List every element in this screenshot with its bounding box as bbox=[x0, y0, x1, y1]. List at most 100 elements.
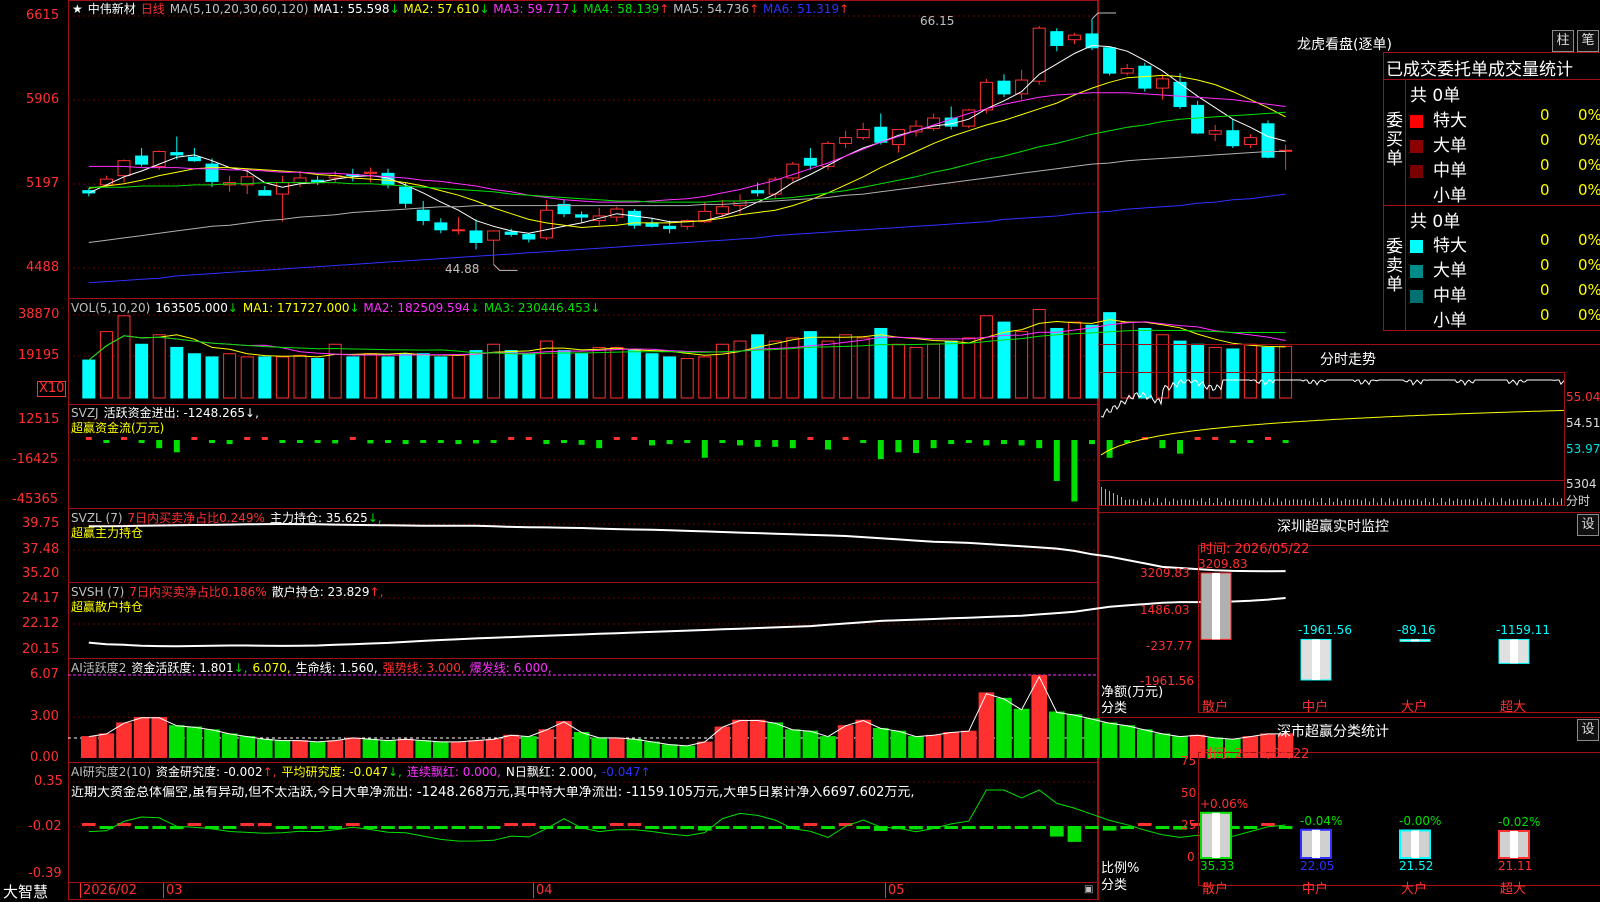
ai-active-bar bbox=[397, 738, 414, 758]
lhb-title: 龙虎看盘(逐单) bbox=[1297, 37, 1392, 53]
x-tick: 03 bbox=[163, 883, 183, 898]
intraday-vol-bar bbox=[1309, 500, 1310, 505]
intraday-vol-bar bbox=[1229, 500, 1230, 505]
volume-bar bbox=[152, 334, 166, 399]
candle-body bbox=[451, 229, 465, 232]
volume-bar bbox=[469, 350, 483, 399]
lhb-row-percent: 0% bbox=[1578, 306, 1600, 324]
volume-bar bbox=[680, 357, 694, 399]
intraday-vol: 5304 bbox=[1566, 477, 1597, 491]
ma10-line bbox=[88, 74, 1286, 229]
intraday-vol-bar bbox=[1145, 501, 1146, 505]
candle-body bbox=[293, 177, 307, 184]
legend-swatch bbox=[1410, 265, 1423, 278]
volume-bar bbox=[1050, 327, 1064, 399]
ai-active-bar bbox=[1137, 729, 1153, 758]
ai-active-bar bbox=[327, 740, 343, 758]
lhb-row-value: 0 bbox=[1540, 156, 1550, 174]
research-bar bbox=[275, 826, 290, 829]
ma5-line bbox=[88, 44, 1286, 234]
monitor-bar-label: -1159.11 bbox=[1496, 623, 1550, 638]
intraday-vol-bar bbox=[1525, 499, 1526, 505]
svzj-bar bbox=[508, 437, 515, 440]
monitor-bar-label: -89.16 bbox=[1397, 623, 1436, 638]
candle-body bbox=[839, 137, 853, 144]
research-bar bbox=[1261, 823, 1275, 826]
lhb-row-percent: 0% bbox=[1578, 281, 1600, 299]
research-bar bbox=[856, 826, 870, 829]
svzj-bar bbox=[1282, 440, 1289, 443]
candle-body bbox=[1067, 34, 1081, 41]
research-bar bbox=[645, 826, 659, 829]
ai-active-bar bbox=[1066, 714, 1083, 758]
svzj-title: SVZJ bbox=[71, 406, 99, 420]
candle-body bbox=[187, 156, 201, 162]
research-bar bbox=[821, 826, 835, 829]
lhb-row-label: 大单 bbox=[1433, 136, 1467, 156]
y-tick: 38870 bbox=[18, 307, 60, 322]
y-tick: -0.02 bbox=[28, 819, 62, 834]
ai-active-bar bbox=[485, 738, 502, 758]
candle-body bbox=[803, 157, 817, 166]
volume-bar bbox=[363, 353, 377, 399]
candle-body bbox=[979, 81, 993, 111]
ai-active-bar bbox=[767, 722, 783, 758]
legend-swatch bbox=[1410, 115, 1423, 128]
candle-body bbox=[117, 160, 131, 177]
candle-body bbox=[363, 171, 377, 174]
lhb-row-value: 0 bbox=[1540, 181, 1550, 199]
volume-bar bbox=[663, 356, 677, 399]
svzj-bar bbox=[1089, 440, 1095, 445]
lhb-row-value: 0 bbox=[1540, 106, 1550, 124]
lhb-tab[interactable]: 已成交委托单成交量统计 bbox=[1386, 55, 1573, 80]
lock-icon[interactable]: ▣ bbox=[1084, 884, 1093, 895]
intraday-title: 分时走势 bbox=[1320, 352, 1376, 368]
svsh-layer bbox=[88, 597, 1286, 648]
tick-mode-button[interactable]: 笔 bbox=[1577, 30, 1599, 52]
lhb-row: 小单 0 0% bbox=[1410, 181, 1600, 206]
volume-bar bbox=[1120, 321, 1134, 399]
column-mode-button[interactable]: 柱 bbox=[1552, 30, 1574, 52]
monitor-settings-button[interactable]: 设 bbox=[1577, 514, 1599, 536]
price-tick: 54.51 bbox=[1566, 416, 1600, 430]
intraday-vol-bar bbox=[1189, 499, 1190, 505]
intraday-vol-bar bbox=[1533, 500, 1534, 505]
research-bar bbox=[82, 823, 96, 826]
ai-active-bar bbox=[1084, 718, 1100, 758]
y-tick: 0.00 bbox=[30, 750, 59, 765]
monitor-y-tick: -237.77 bbox=[1146, 639, 1193, 653]
stats-y-tick: 50 bbox=[1181, 786, 1197, 800]
svzj-bar bbox=[772, 440, 779, 447]
research-bar bbox=[381, 826, 395, 829]
ai-active-bar bbox=[362, 738, 379, 758]
star-icon[interactable]: ★ bbox=[72, 2, 83, 16]
intraday-vol-bar bbox=[1265, 502, 1266, 505]
intraday-vol-bar bbox=[1321, 498, 1322, 505]
intraday-vol-bar bbox=[1349, 499, 1350, 505]
price-tick: 55.04 bbox=[1566, 390, 1600, 404]
research-bar bbox=[240, 823, 254, 826]
monitor-bars-layer bbox=[1200, 572, 1530, 681]
volume-bar bbox=[275, 356, 289, 399]
volume-bar bbox=[328, 343, 342, 399]
research-bar bbox=[662, 826, 677, 829]
intraday-price-line bbox=[1100, 379, 1566, 418]
volume-bar bbox=[962, 337, 976, 399]
volume-bar bbox=[170, 346, 184, 399]
monitor-y-tick: 3209.83 bbox=[1140, 566, 1190, 580]
period-label[interactable]: 日线 bbox=[141, 2, 165, 16]
stats-category: 中户 bbox=[1302, 882, 1329, 897]
candle-body bbox=[751, 190, 765, 194]
intraday-vol-bar bbox=[1329, 498, 1330, 505]
y-tick: 6615 bbox=[26, 8, 60, 23]
ma-arrow: ↓ bbox=[479, 2, 494, 16]
vol-title: VOL(5,10,20) bbox=[71, 301, 151, 315]
candle-body bbox=[522, 233, 536, 240]
svzj-bar bbox=[244, 437, 251, 440]
ma-value: MA5: 54.736 bbox=[673, 2, 750, 16]
intraday-vol-bar bbox=[1277, 498, 1278, 505]
ai-active-bar bbox=[345, 737, 361, 758]
y-tick: 35.20 bbox=[22, 566, 60, 581]
stats-settings-button[interactable]: 设 bbox=[1577, 719, 1599, 741]
legend-swatch bbox=[1410, 165, 1423, 178]
